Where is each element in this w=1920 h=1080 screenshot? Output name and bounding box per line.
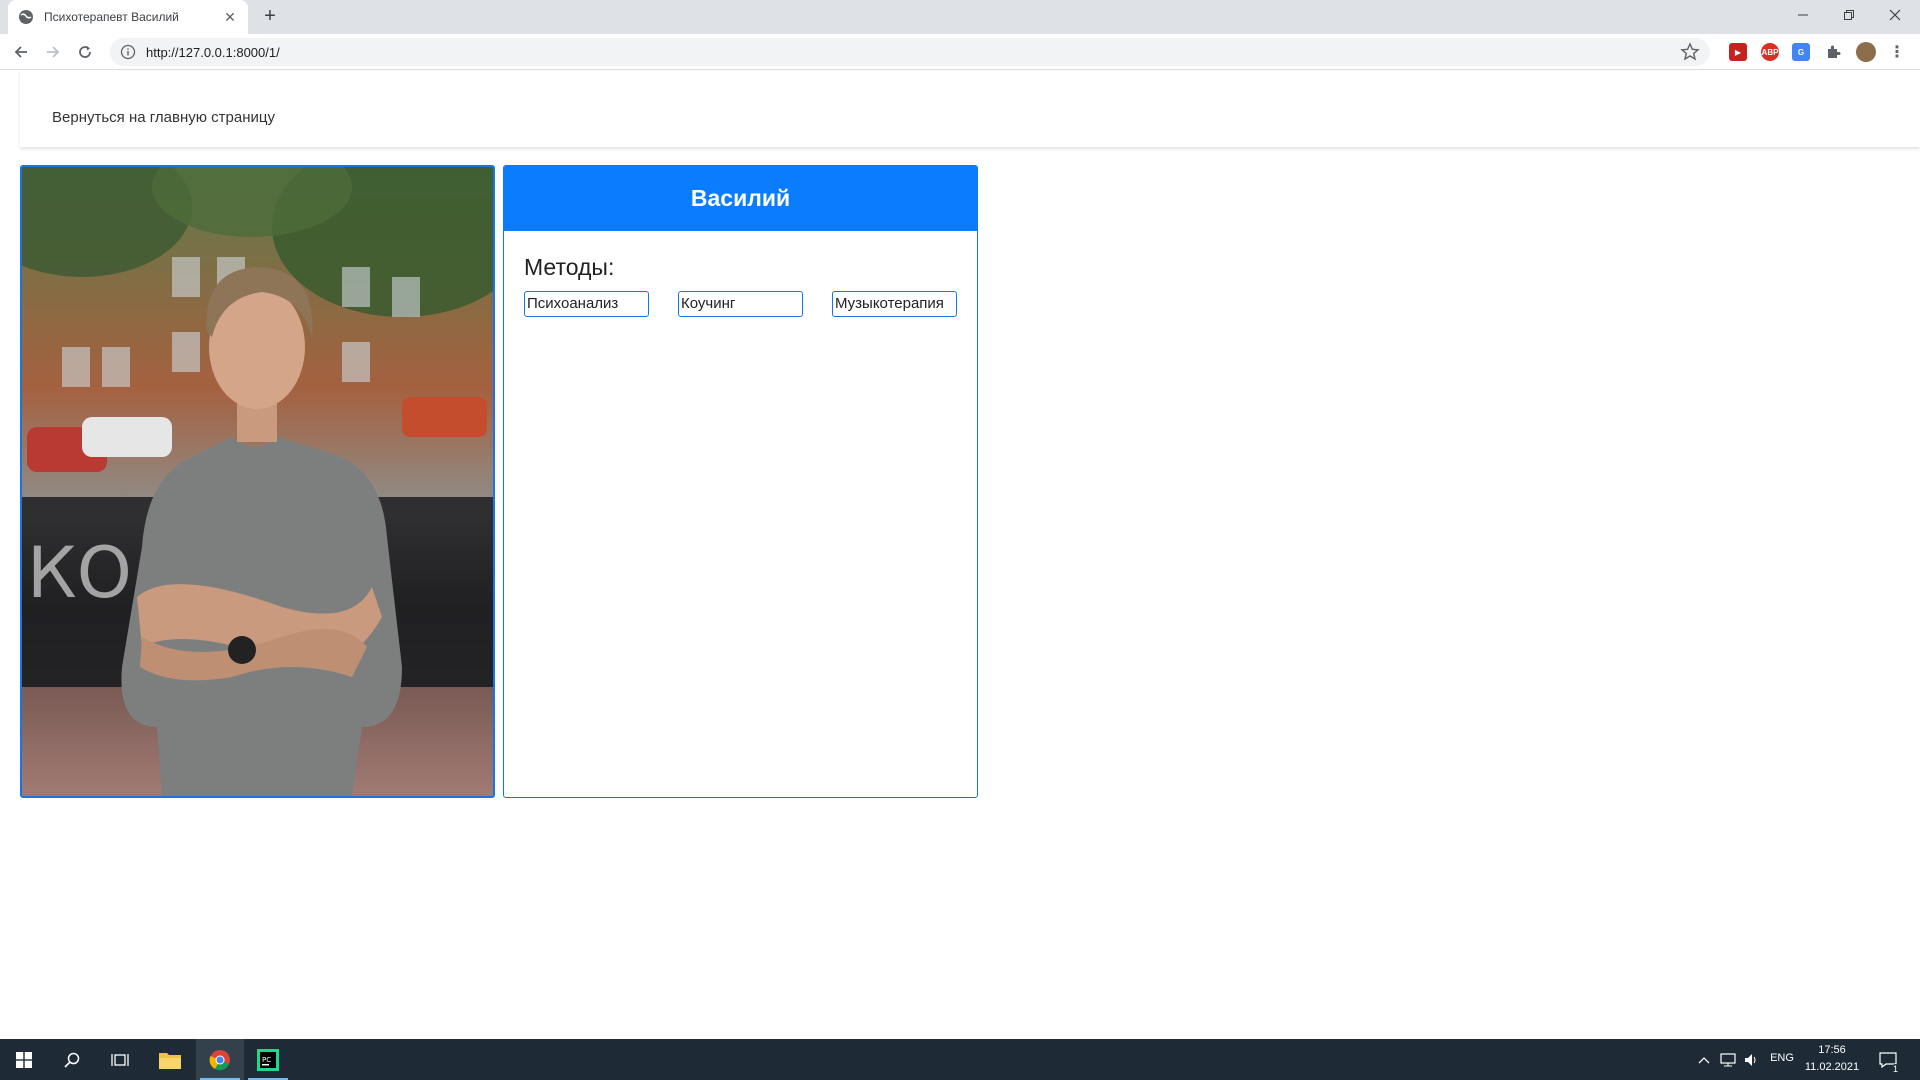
minimize-button[interactable]: [1780, 0, 1826, 30]
bookmark-star-icon[interactable]: [1680, 42, 1700, 62]
chrome-taskbar-button[interactable]: [196, 1039, 244, 1080]
adblock-icon[interactable]: ABP: [1761, 43, 1779, 61]
profile-avatar[interactable]: [1856, 42, 1876, 62]
browser-tab[interactable]: Психотерапевт Василий ✕: [8, 0, 248, 34]
forward-button[interactable]: [41, 40, 65, 64]
menu-dots-icon[interactable]: ⋮: [1888, 43, 1906, 61]
pycharm-icon: PC: [257, 1048, 279, 1071]
method-tag: Музыкотерапия: [832, 291, 957, 317]
start-button[interactable]: [0, 1039, 48, 1080]
svg-text:PC: PC: [262, 1056, 271, 1064]
back-to-home-link[interactable]: Вернуться на главную страницу: [52, 109, 275, 126]
clock-date[interactable]: 11.02.2021: [1800, 1061, 1864, 1073]
file-explorer-button[interactable]: [146, 1039, 194, 1080]
windows-taskbar: PC ENG 17:56 11.02.2021 1: [0, 1039, 1920, 1080]
therapist-photo: КО: [20, 165, 495, 798]
extensions-puzzle-icon[interactable]: [1824, 43, 1842, 61]
close-icon: [1889, 9, 1901, 21]
chrome-icon: [209, 1049, 230, 1070]
method-tag: Психоанализ: [524, 291, 649, 317]
therapist-photo-image: КО: [22, 167, 493, 796]
arrow-right-icon: [47, 46, 60, 58]
method-tag: Коучинг: [678, 291, 803, 317]
therapist-name: Василий: [504, 166, 977, 231]
windows-logo-icon: [16, 1051, 32, 1068]
back-button[interactable]: [9, 40, 33, 64]
notifications-button[interactable]: 1: [1868, 1039, 1908, 1080]
url-text: http://127.0.0.1:8000/1/: [146, 44, 280, 60]
translate-icon[interactable]: G: [1792, 43, 1810, 61]
restore-icon: [1844, 10, 1854, 20]
top-navbar: Вернуться на главную страницу: [20, 71, 1920, 147]
page-content: Вернуться на главную страницу КО Василий…: [0, 71, 1920, 1039]
search-button[interactable]: [48, 1039, 96, 1080]
globe-icon: [19, 10, 33, 24]
notification-count: 1: [1890, 1064, 1900, 1074]
folder-icon: [159, 1052, 181, 1069]
close-window-button[interactable]: [1872, 0, 1918, 30]
volume-icon[interactable]: [1740, 1039, 1764, 1080]
minimize-icon: [1798, 14, 1808, 16]
tray-chevron-icon[interactable]: [1694, 1039, 1714, 1080]
task-view-button[interactable]: [96, 1039, 144, 1080]
search-icon: [64, 1052, 80, 1068]
pycharm-taskbar-button[interactable]: PC: [244, 1039, 292, 1080]
extension-video-icon[interactable]: ▶: [1729, 43, 1747, 61]
browser-tabstrip: Психотерапевт Василий ✕ +: [0, 0, 1920, 34]
tab-title: Психотерапевт Василий: [44, 10, 179, 24]
arrow-left-icon: [14, 46, 27, 58]
clock-time[interactable]: 17:56: [1800, 1044, 1864, 1056]
methods-heading: Методы:: [524, 254, 615, 280]
address-bar[interactable]: http://127.0.0.1:8000/1/: [110, 38, 1710, 66]
therapist-info-card: Василий Методы: Психоанализ Коучинг Музы…: [503, 165, 978, 798]
input-language[interactable]: ENG: [1764, 1052, 1800, 1064]
task-view-icon: [111, 1053, 129, 1066]
reload-button[interactable]: [73, 40, 97, 64]
restore-button[interactable]: [1826, 0, 1872, 30]
new-tab-button[interactable]: +: [258, 5, 282, 29]
reload-icon: [79, 46, 91, 58]
info-icon[interactable]: [120, 44, 136, 60]
tab-close-icon[interactable]: ✕: [222, 9, 238, 26]
svg-text:КО: КО: [27, 532, 132, 614]
browser-toolbar: http://127.0.0.1:8000/1/ ▶ ABP G ⋮: [0, 34, 1920, 70]
network-icon[interactable]: [1716, 1039, 1740, 1080]
